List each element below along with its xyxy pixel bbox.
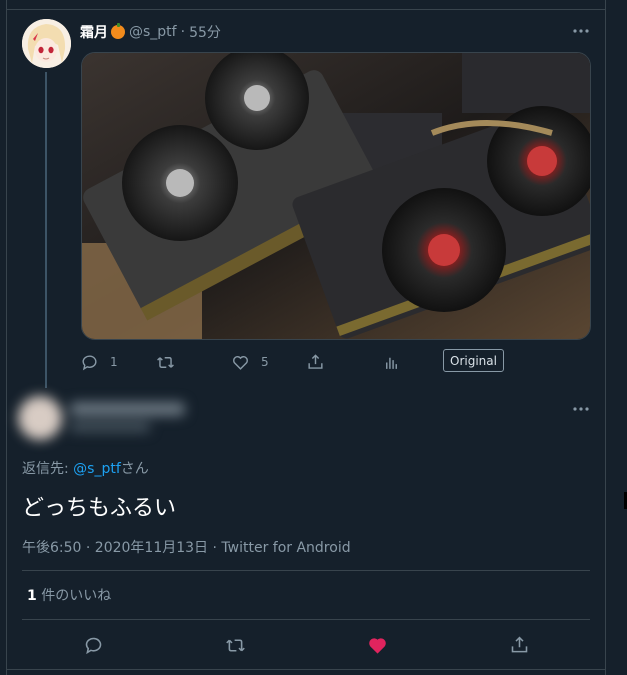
reply-icon [85,637,101,654]
thread-line [45,72,47,388]
heart-icon [233,355,248,370]
orange-emoji-icon [111,23,125,39]
tweet-time[interactable]: 55分 [189,22,221,42]
like-action[interactable]: 5 [231,348,269,376]
likes-label: 件のいいね [36,588,112,604]
retweet-action[interactable] [156,348,175,376]
author-handle[interactable]: @s_ptf [129,24,177,40]
reply-actions [22,630,590,660]
reply-action[interactable]: 1 [80,348,118,376]
column-border-left [6,0,7,675]
top-divider [6,9,606,10]
divider [22,570,590,571]
blurred-user-avatar-and-name [16,392,191,444]
reply-to-label: 返信先: [22,461,74,477]
reply-icon [82,354,97,370]
reply-to-suffix: さん [120,461,149,477]
like-count: 5 [261,355,269,369]
retweet-button[interactable] [220,630,250,660]
retweet-icon [225,638,245,652]
analytics-icon [386,357,397,369]
share-button[interactable] [504,630,534,660]
divider [22,619,590,620]
analytics-action[interactable] [382,348,401,376]
likes-count: 1 [27,588,37,604]
reply-to-mention[interactable]: @s_ptf [73,461,121,477]
author-name[interactable]: 霜月 [80,22,108,42]
separator-dot: · [180,24,186,40]
retweet-icon [157,356,174,368]
bottom-divider [6,669,606,670]
column-border-right [605,0,606,675]
more-icon[interactable] [572,25,592,35]
reply-to-line: 返信先: @s_ptfさん [22,458,149,478]
tweet-photo[interactable] [81,52,591,340]
heart-filled-icon [368,637,386,654]
original-button[interactable]: Original [443,349,504,372]
avatar[interactable] [22,19,71,68]
share-action[interactable] [306,348,325,376]
likes-summary[interactable]: 1 件のいいね [27,585,111,605]
share-icon [308,353,323,369]
reply-meta[interactable]: 午後6:50 · 2020年11月13日 · Twitter for Andro… [22,537,351,557]
reply-text: どっちもふるい [22,496,177,521]
like-button[interactable] [362,630,392,660]
tweet-header: 霜月 @s_ptf · 55分 [80,22,221,42]
share-icon [511,636,527,652]
reply-button[interactable] [78,630,108,660]
reply-count: 1 [110,355,118,369]
reply-more-icon[interactable] [572,403,592,413]
